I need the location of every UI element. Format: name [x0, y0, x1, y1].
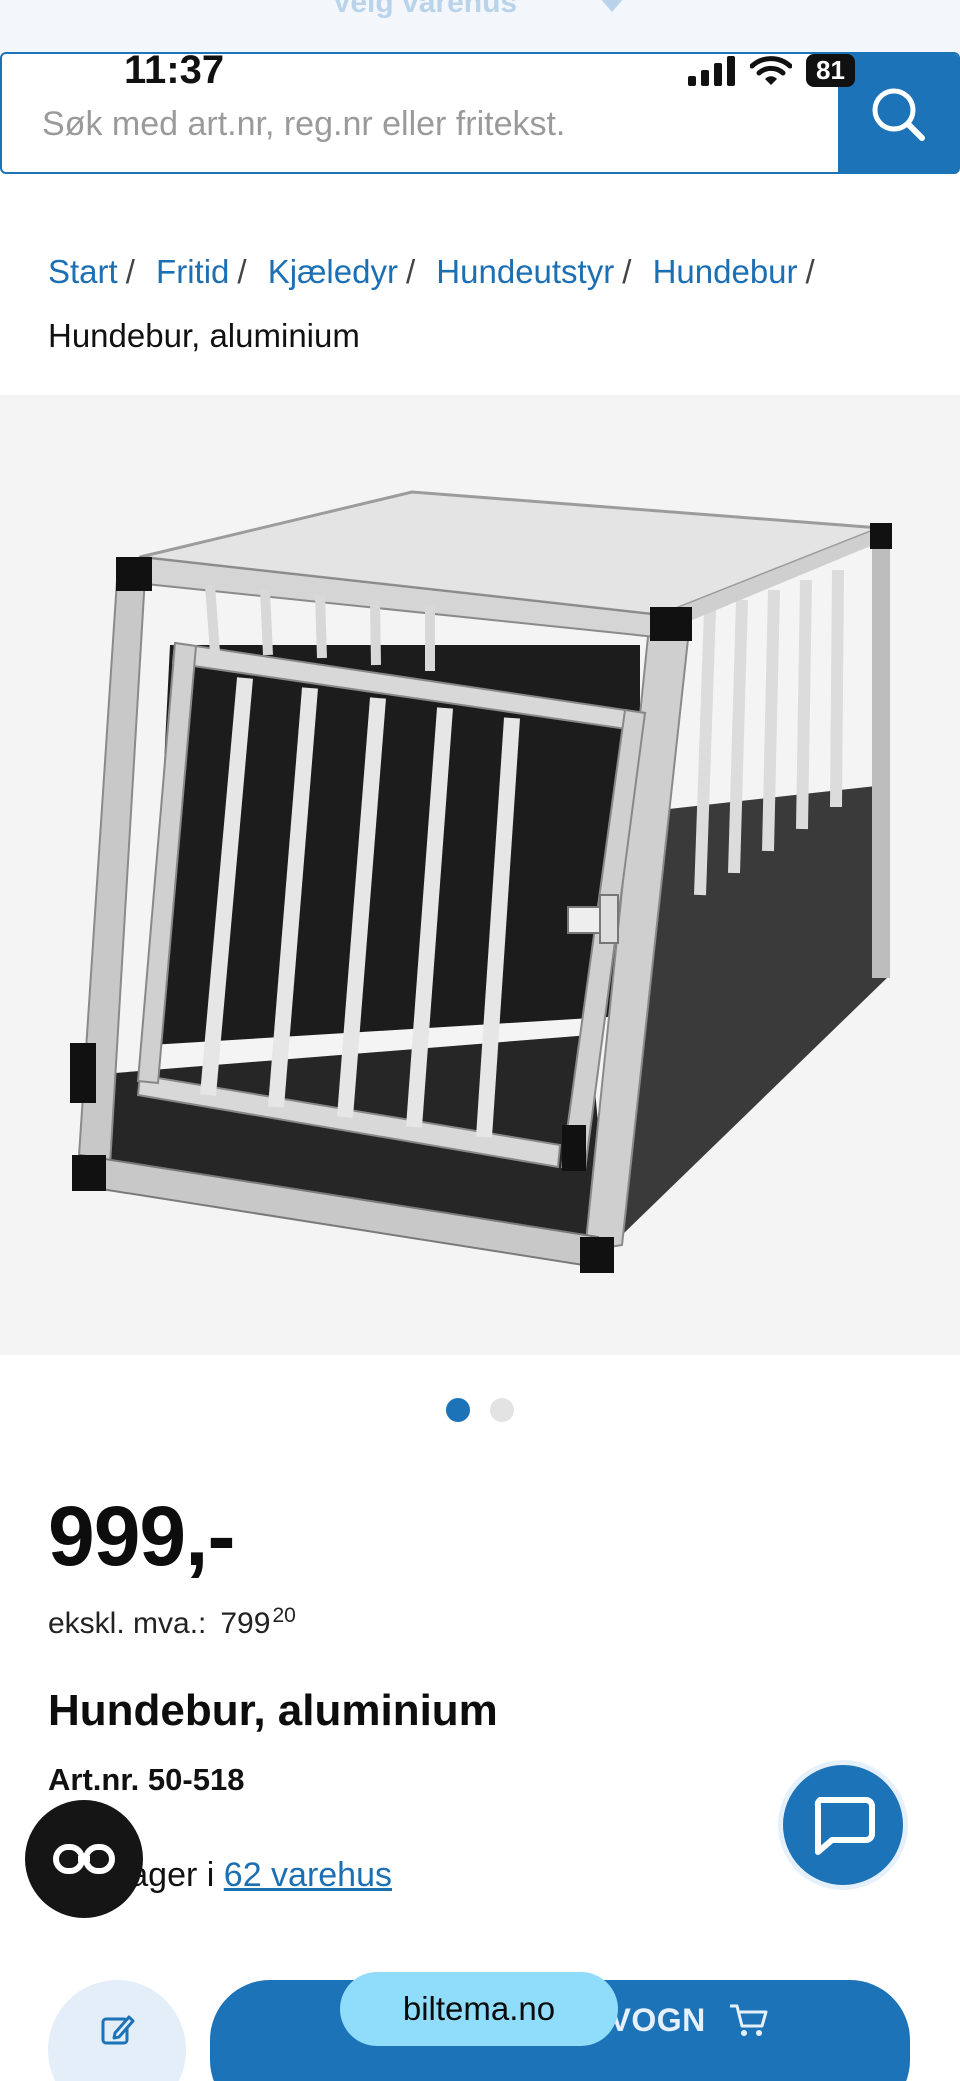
product-image[interactable] — [0, 395, 960, 1355]
status-icons: 81 — [688, 54, 855, 87]
vat-decimals: 20 — [272, 1604, 296, 1627]
battery-indicator: 81 — [806, 54, 855, 87]
breadcrumb-kjaeledyr[interactable]: Kjæledyr — [268, 253, 398, 290]
carousel-indicator — [446, 1398, 514, 1422]
signal-icon — [688, 55, 735, 86]
breadcrumb-separator: / — [805, 253, 815, 290]
breadcrumb-fritid[interactable]: Fritid — [156, 253, 229, 290]
breadcrumb-hundebur[interactable]: Hundebur — [653, 253, 798, 290]
breadcrumb: Start / Fritid / Kjæledyr / Hundeutstyr / Hu… — [48, 240, 928, 368]
price-excl-vat: ekskl. mva.: 79920 — [48, 1604, 296, 1641]
breadcrumb-separator: / — [405, 253, 416, 290]
search-icon — [872, 88, 925, 141]
store-selector-bar: Velg varehus — [0, 0, 960, 52]
browser-url-pill[interactable]: biltema.no — [340, 1972, 618, 2046]
product-price: 999,- — [48, 1489, 235, 1583]
vat-label: ekskl. mva.: — [48, 1607, 207, 1640]
chat-bubble-icon — [814, 1797, 875, 1855]
cart-icon — [729, 2004, 768, 2036]
reader-view-button[interactable] — [25, 1800, 143, 1918]
vat-value: 799 — [220, 1607, 271, 1640]
article-number: Art.nr. 50-518 — [48, 1762, 245, 1797]
breadcrumb-start[interactable]: Start — [48, 253, 118, 290]
breadcrumb-hundeutstyr[interactable]: Hundeutstyr — [436, 253, 614, 290]
search-button[interactable] — [838, 54, 958, 174]
chevron-down-icon[interactable] — [600, 0, 624, 12]
stock-stores-link[interactable]: 62 varehus — [224, 1856, 392, 1894]
edit-icon — [101, 2015, 135, 2045]
chat-button[interactable] — [778, 1760, 908, 1890]
product-title: Hundebur, aluminium — [48, 1686, 498, 1735]
reader-glasses-icon — [53, 1844, 115, 1874]
store-selector-label[interactable]: Velg varehus — [332, 0, 517, 20]
breadcrumb-current: Hundebur, aluminium — [48, 317, 360, 354]
status-time: 11:37 — [124, 48, 225, 92]
breadcrumb-separator: / — [237, 253, 247, 290]
carousel-dot-2[interactable] — [490, 1398, 514, 1422]
search-input[interactable] — [42, 94, 822, 154]
carousel-dot-1[interactable] — [446, 1398, 470, 1422]
wifi-icon — [750, 55, 792, 85]
dog-crate-illustration — [70, 490, 892, 1273]
breadcrumb-separator: / — [125, 253, 135, 290]
edit-note-button[interactable] — [48, 1980, 186, 2081]
breadcrumb-separator: / — [622, 253, 632, 290]
